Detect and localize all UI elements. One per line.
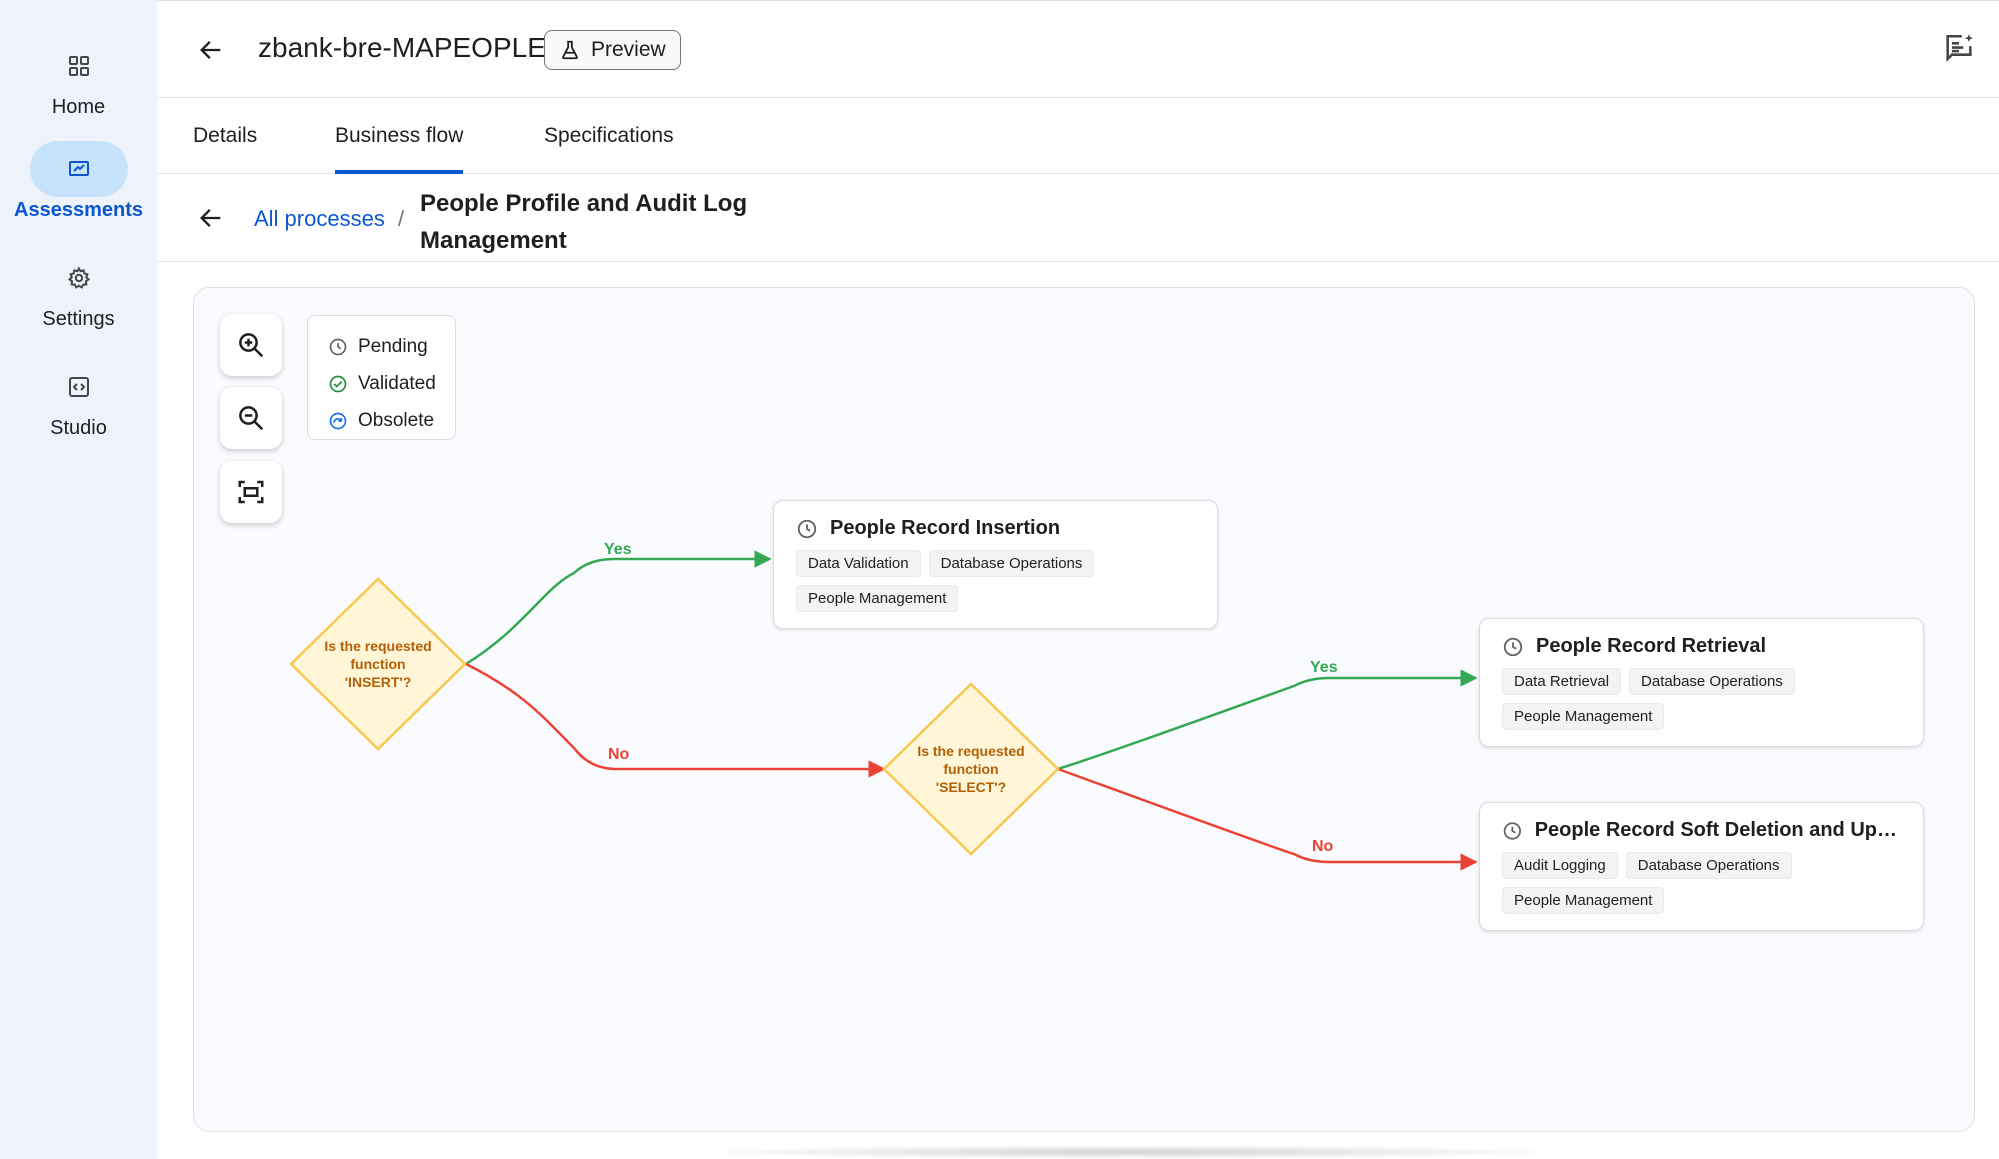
- scroll-shadow: [690, 1145, 1570, 1159]
- node-tag: People Management: [1502, 703, 1665, 730]
- clock-icon: [797, 519, 817, 538]
- node-tag: Database Operations: [1625, 852, 1792, 879]
- notes-sparkle-icon: [1946, 34, 1973, 62]
- sidebar-item-studio[interactable]: Studio: [0, 359, 157, 440]
- breadcrumb-back-button[interactable]: [189, 196, 233, 240]
- process-node-insertion[interactable]: People Record Insertion Data Validation …: [773, 500, 1218, 629]
- clock-icon: [1503, 821, 1521, 840]
- node-tag: Database Operations: [1629, 668, 1795, 695]
- node-title: People Record Retrieval: [1536, 635, 1767, 657]
- flow-canvas[interactable]: Pending Validated Obsolete Yes No Yes No…: [193, 287, 1975, 1132]
- app-header: zbank-bre-MAPEOPLE Preview: [157, 0, 1999, 98]
- node-tag: Data Validation: [796, 550, 921, 577]
- edge-label-yes: Yes: [604, 541, 632, 558]
- decision-label[interactable]: Is the requested function 'INSERT'?: [318, 637, 438, 691]
- sidebar: Home Assessments Settings Studio: [0, 0, 157, 1159]
- edge-insert-no: [465, 662, 886, 778]
- ai-notes-button[interactable]: [1939, 29, 1979, 69]
- tab-bar: Details Business flow Specifications: [157, 98, 1999, 174]
- clock-icon: [1503, 637, 1523, 656]
- tab-specifications[interactable]: Specifications: [544, 124, 674, 174]
- node-title: People Record Insertion: [830, 517, 1061, 539]
- breadcrumb-current: People Profile and Audit Log Management: [420, 190, 748, 254]
- sidebar-item-label: Settings: [42, 308, 115, 330]
- edge-insert-yes: [465, 550, 772, 666]
- tab-business-flow[interactable]: Business flow: [335, 124, 464, 174]
- breadcrumb-all-processes-link[interactable]: All processes: [254, 206, 385, 232]
- code-box-icon: [30, 359, 128, 415]
- edge-select-yes: [1057, 669, 1478, 771]
- node-tag: People Management: [796, 585, 959, 612]
- preview-label: Preview: [591, 38, 666, 61]
- breadcrumb: All processes / People Profile and Audit…: [157, 174, 1999, 262]
- edge-label-no: No: [608, 746, 630, 763]
- breadcrumb-separator: /: [398, 206, 405, 231]
- sidebar-item-label: Home: [51, 96, 106, 118]
- gear-icon: [30, 250, 128, 306]
- arrow-left-icon: [200, 41, 221, 59]
- arrow-left-icon: [200, 209, 221, 227]
- node-tag: Data Retrieval: [1502, 668, 1622, 695]
- sidebar-item-home[interactable]: Home: [0, 38, 157, 119]
- process-node-soft-deletion[interactable]: People Record Soft Deletion and Updat...…: [1479, 802, 1924, 931]
- node-tag: Audit Logging: [1502, 852, 1618, 879]
- preview-badge: Preview: [544, 30, 681, 70]
- node-tag: Database Operations: [928, 550, 1095, 577]
- tab-details[interactable]: Details: [193, 124, 257, 174]
- edge-label-yes: Yes: [1310, 659, 1338, 676]
- sidebar-item-settings[interactable]: Settings: [0, 250, 157, 331]
- edge-label-no: No: [1312, 838, 1334, 855]
- page-title: zbank-bre-MAPEOPLE: [258, 32, 546, 63]
- flask-icon: [562, 40, 578, 60]
- decision-label[interactable]: Is the requested function 'SELECT'?: [911, 742, 1031, 796]
- sidebar-item-label: Studio: [50, 417, 107, 439]
- node-title: People Record Soft Deletion and Updat...: [1534, 819, 1901, 841]
- node-tag: People Management: [1502, 887, 1665, 914]
- assessment-icon: [29, 141, 128, 197]
- edge-select-no: [1057, 767, 1478, 871]
- sidebar-item-assessments[interactable]: Assessments: [0, 141, 157, 222]
- back-button[interactable]: [189, 28, 233, 72]
- process-node-retrieval[interactable]: People Record Retrieval Data Retrieval D…: [1479, 618, 1924, 747]
- grid-icon: [30, 38, 128, 94]
- sidebar-item-label: Assessments: [14, 199, 143, 221]
